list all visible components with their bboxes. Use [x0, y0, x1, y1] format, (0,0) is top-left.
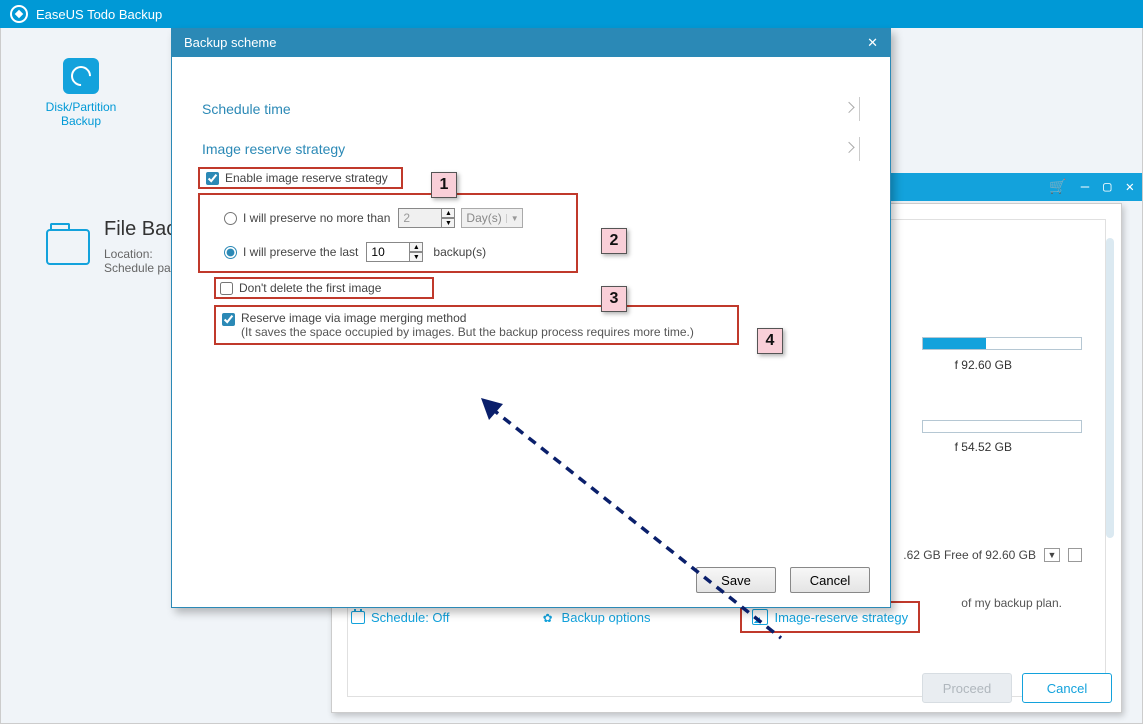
merge-method-label: Reserve image via image merging method [241, 311, 694, 325]
description-fragment: of my backup plan. [961, 596, 1062, 610]
modal-title-text: Backup scheme [184, 35, 277, 51]
free-space-line: .62 GB Free of 92.60 GB ▼ [903, 548, 1082, 562]
bottom-buttons: Proceed Cancel [922, 673, 1112, 703]
schedule-time-label: Schedule time [202, 101, 291, 117]
minimize-icon[interactable]: — [1081, 179, 1089, 195]
preserve-options-group: I will preserve no more than ▲▼ Day(s) I… [198, 193, 578, 273]
enable-strategy-row: Enable image reserve strategy [198, 167, 403, 189]
callout-3: 3 [601, 286, 627, 312]
gear-icon: ✿ [540, 609, 556, 625]
file-backup-card: File Back Location: Schedule pa [46, 218, 186, 275]
scroll-track[interactable] [1106, 238, 1114, 538]
dont-delete-first-row: Don't delete the first image [214, 277, 434, 299]
modal-close-icon[interactable]: ✕ [867, 35, 878, 51]
backup-options-label: Backup options [562, 610, 651, 625]
modal-footer: Save Cancel [696, 567, 870, 593]
capacity-bar-1 [922, 337, 1082, 350]
app-titlebar: EaseUS Todo Backup [0, 0, 1143, 28]
calendar-icon [351, 611, 365, 624]
backup-scheme-modal: Backup scheme ✕ Schedule time Image rese… [171, 28, 891, 608]
count-down[interactable]: ▼ [409, 252, 423, 262]
maximize-icon[interactable]: ▢ [1103, 179, 1111, 195]
modal-titlebar: Backup scheme ✕ [172, 29, 890, 57]
image-reserve-label: Image-reserve strategy [774, 610, 908, 625]
save-button[interactable]: Save [696, 567, 776, 593]
image-icon [752, 609, 768, 625]
proceed-button[interactable]: Proceed [922, 673, 1012, 703]
preserve-no-more-label: I will preserve no more than [243, 211, 390, 225]
preserve-no-more-radio[interactable] [224, 212, 237, 225]
backups-suffix: backup(s) [433, 245, 486, 259]
schedule-time-section[interactable]: Schedule time [202, 97, 860, 121]
app-logo-icon [10, 5, 28, 23]
main-area: Disk/Partition Backup File Back Location… [0, 28, 1143, 724]
folder-icon [46, 229, 90, 265]
dont-delete-first-label: Don't delete the first image [239, 281, 381, 295]
callout-4: 4 [757, 328, 783, 354]
capacity-text-2: f 54.52 GB [955, 440, 1012, 454]
free-space-text: .62 GB Free of 92.60 GB [903, 548, 1036, 562]
app-title: EaseUS Todo Backup [36, 7, 162, 22]
dropdown-icon[interactable]: ▼ [1044, 548, 1060, 562]
close-icon[interactable]: ✕ [1126, 179, 1134, 195]
unit-select[interactable]: Day(s) [461, 208, 523, 228]
schedule-link-label: Schedule: Off [371, 610, 450, 625]
disk-partition-icon [63, 58, 99, 94]
dont-delete-first-checkbox[interactable] [220, 282, 233, 295]
preserve-last-label: I will preserve the last [243, 245, 358, 259]
days-down[interactable]: ▼ [441, 218, 455, 228]
preserve-count-input[interactable] [366, 242, 410, 262]
schedule-link[interactable]: Schedule: Off [351, 610, 450, 625]
count-up[interactable]: ▲ [409, 242, 423, 252]
callout-1: 1 [431, 172, 457, 198]
preserve-days-input[interactable] [398, 208, 442, 228]
cancel-button-main[interactable]: Cancel [1022, 673, 1112, 703]
merge-method-checkbox[interactable] [222, 313, 235, 326]
merge-method-row: Reserve image via image merging method (… [214, 305, 739, 345]
preserve-last-radio[interactable] [224, 246, 237, 259]
sidebar-disk-partition[interactable]: Disk/Partition Backup [31, 58, 131, 128]
days-up[interactable]: ▲ [441, 208, 455, 218]
backup-options-link[interactable]: ✿ Backup options [540, 609, 651, 625]
capacity-bar-2 [922, 420, 1082, 433]
capacity-text-1: f 92.60 GB [955, 358, 1012, 372]
sidebar-label: Disk/Partition Backup [31, 100, 131, 128]
callout-2: 2 [601, 228, 627, 254]
cart-icon[interactable]: 🛒 [1049, 179, 1066, 195]
image-reserve-section[interactable]: Image reserve strategy [202, 137, 860, 161]
merge-method-note: (It saves the space occupied by images. … [241, 325, 694, 339]
enable-strategy-label: Enable image reserve strategy [225, 171, 388, 185]
inner-window-controls: 🛒 — ▢ ✕ [862, 173, 1142, 201]
enable-strategy-checkbox[interactable] [206, 172, 219, 185]
browse-icon[interactable] [1068, 548, 1082, 562]
cancel-button[interactable]: Cancel [790, 567, 870, 593]
image-reserve-section-label: Image reserve strategy [202, 141, 345, 157]
